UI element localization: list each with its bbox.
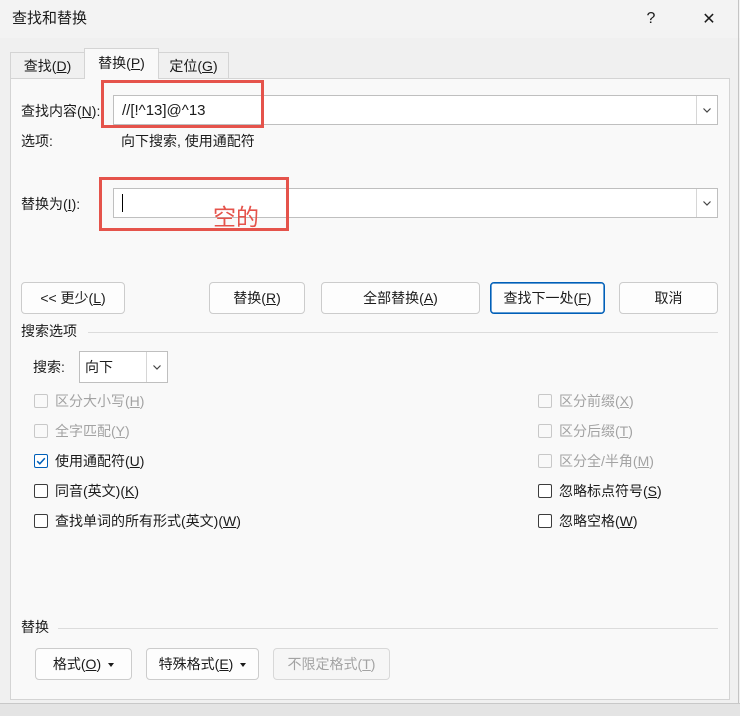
match-width-checkbox[interactable]: 区分全/半角(M) [538,452,654,470]
checkbox-label: 同音(英文)(K) [55,483,140,499]
caret-down-icon [240,662,247,667]
cancel-button-label: 取消 [654,290,683,306]
replace-button[interactable]: 替换(R) [209,282,305,314]
replace-with-combobox[interactable] [113,188,718,218]
find-next-button[interactable]: 查找下一处(F) [490,282,605,314]
checkbox-label: 区分前缀(X) [559,393,634,409]
match-suffix-checkbox[interactable]: 区分后缀(T) [538,422,633,440]
search-direction-value: 向下 [85,359,113,375]
ignore-whitespace-checkbox[interactable]: 忽略空格(W) [538,512,638,530]
less-button-label: << 更少(L) [40,290,106,306]
checkmark-icon [36,457,46,465]
text-cursor [122,194,123,212]
less-button[interactable]: << 更少(L) [21,282,125,314]
all-word-forms-checkbox[interactable]: 查找单词的所有形式(英文)(W) [34,512,241,530]
no-format-button-label: 不限定格式(T) [287,656,376,672]
checkbox-label: 区分后缀(T) [559,423,633,439]
search-direction-select[interactable]: 向下 [79,351,168,383]
checkbox-box [34,454,48,468]
chevron-down-icon [703,201,711,206]
no-formatting-button[interactable]: 不限定格式(T) [273,648,390,680]
section-divider [58,628,718,629]
find-what-dropdown-button[interactable] [696,96,717,124]
checkbox-box [538,514,552,528]
checkbox-box [34,484,48,498]
format-button-label: 格式(O) [52,656,102,672]
format-menu-button[interactable]: 格式(O) [35,648,132,680]
special-format-menu-button[interactable]: 特殊格式(E) [146,648,259,680]
checkbox-box [34,424,48,438]
chevron-down-icon [703,108,711,113]
checkbox-box [34,514,48,528]
search-options-header: 搜索选项 [21,323,77,339]
checkbox-label: 区分大小写(H) [55,393,145,409]
cancel-button[interactable]: 取消 [619,282,718,314]
checkbox-label: 查找单词的所有形式(英文)(W) [55,513,241,529]
options-summary: 向下搜索, 使用通配符 [121,133,255,149]
checkbox-label: 忽略空格(W) [559,513,638,529]
replace-with-dropdown-button[interactable] [696,189,717,217]
use-wildcards-checkbox[interactable]: 使用通配符(U) [34,452,144,470]
annotation-note: 空的 [213,204,259,230]
sounds-like-checkbox[interactable]: 同音(英文)(K) [34,482,139,500]
caret-down-icon [108,662,115,667]
checkbox-label: 忽略标点符号(S) [559,483,662,499]
replace-with-label: 替换为(I): [21,196,81,212]
find-what-combobox[interactable] [113,95,718,125]
replace-section-header: 替换 [21,619,49,635]
checkbox-box [538,394,552,408]
checkbox-box [538,424,552,438]
search-direction-dropdown-button[interactable] [146,352,167,382]
replace-all-button[interactable]: 全部替换(A) [321,282,480,314]
checkbox-box [538,484,552,498]
find-what-input[interactable] [114,96,695,124]
find-what-label: 查找内容(N): [21,103,101,119]
whole-word-checkbox[interactable]: 全字匹配(Y) [34,422,130,440]
section-divider [88,332,718,333]
replace-all-button-label: 全部替换(A) [363,290,438,306]
checkbox-label: 区分全/半角(M) [559,453,654,469]
checkbox-box [34,394,48,408]
find-next-button-label: 查找下一处(F) [503,290,592,306]
checkbox-label: 全字匹配(Y) [55,423,130,439]
match-prefix-checkbox[interactable]: 区分前缀(X) [538,392,634,410]
checkbox-box [538,454,552,468]
options-label: 选项: [21,133,53,149]
replace-with-input[interactable] [114,189,695,217]
special-button-label: 特殊格式(E) [158,656,234,672]
chevron-down-icon [153,365,161,370]
checkbox-label: 使用通配符(U) [55,453,145,469]
match-case-checkbox[interactable]: 区分大小写(H) [34,392,144,410]
replace-button-label: 替换(R) [233,290,281,306]
ignore-punctuation-checkbox[interactable]: 忽略标点符号(S) [538,482,662,500]
search-direction-label: 搜索: [33,359,65,375]
